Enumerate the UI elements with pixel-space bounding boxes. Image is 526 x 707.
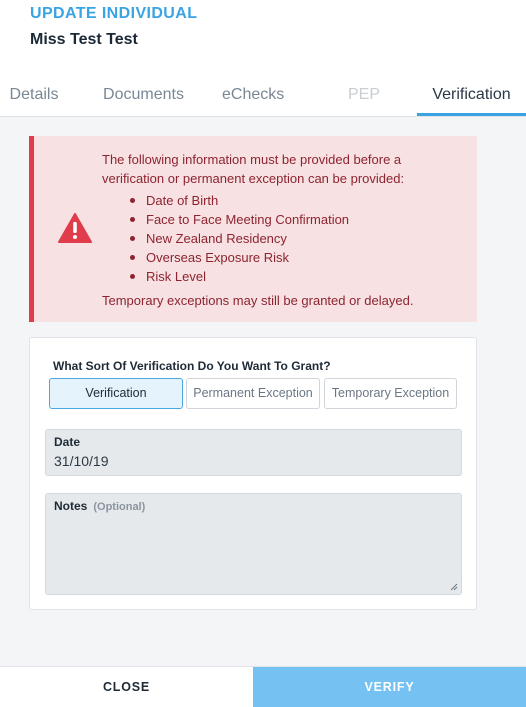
individual-name: Miss Test Test bbox=[30, 31, 138, 48]
modal-header: UPDATE INDIVIDUAL Miss Test Test Details… bbox=[0, 0, 526, 117]
verify-button[interactable]: VERIFY bbox=[253, 667, 526, 707]
active-tab-indicator bbox=[417, 113, 526, 116]
notes-optional-hint: (Optional) bbox=[93, 501, 146, 513]
list-item: Overseas Exposure Risk bbox=[126, 248, 349, 267]
notes-label: Notes (Optional) bbox=[54, 499, 145, 513]
alert-footer-note: Temporary exceptions may still be grante… bbox=[102, 293, 414, 308]
list-item: Date of Birth bbox=[126, 191, 349, 210]
date-value[interactable]: 31/10/19 bbox=[54, 453, 109, 469]
date-label: Date bbox=[54, 435, 81, 449]
requirements-alert: The following information must be provid… bbox=[29, 136, 477, 322]
close-button[interactable]: CLOSE bbox=[0, 667, 253, 707]
modal-footer: CLOSE VERIFY bbox=[0, 666, 526, 707]
alert-intro: The following information must be provid… bbox=[102, 152, 405, 186]
tab-documents[interactable]: Documents bbox=[100, 86, 187, 116]
verification-type-question: What Sort Of Verification Do You Want To… bbox=[53, 359, 331, 373]
resize-grip-icon[interactable] bbox=[450, 583, 458, 591]
warning-triangle-icon bbox=[58, 213, 92, 243]
verification-form: What Sort Of Verification Do You Want To… bbox=[29, 337, 477, 610]
list-item: Face to Face Meeting Confirmation bbox=[126, 210, 349, 229]
tab-pep[interactable]: PEP bbox=[348, 86, 380, 116]
option-permanent-exception-button[interactable]: Permanent Exception bbox=[186, 378, 320, 409]
notes-field[interactable]: Notes (Optional) bbox=[45, 493, 462, 595]
notes-label-text: Notes bbox=[54, 499, 88, 513]
date-field[interactable]: Date 31/10/19 bbox=[45, 429, 462, 476]
tab-echecks[interactable]: eChecks bbox=[222, 86, 284, 116]
tab-details[interactable]: Details bbox=[8, 86, 60, 116]
missing-fields-list: Date of Birth Face to Face Meeting Confi… bbox=[126, 191, 349, 286]
list-item: Risk Level bbox=[126, 267, 349, 286]
tab-verification[interactable]: Verification bbox=[417, 86, 526, 116]
option-temporary-exception-button[interactable]: Temporary Exception bbox=[324, 378, 457, 409]
modal-title: UPDATE INDIVIDUAL bbox=[30, 5, 198, 22]
notes-textarea[interactable] bbox=[46, 514, 461, 594]
option-verification-button[interactable]: Verification bbox=[49, 378, 183, 409]
list-item: New Zealand Residency bbox=[126, 229, 349, 248]
